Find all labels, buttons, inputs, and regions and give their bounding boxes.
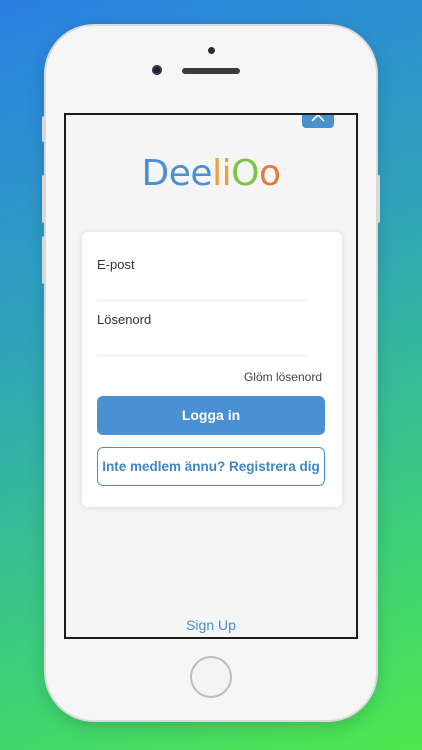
front-camera-icon xyxy=(152,65,162,75)
volume-down-button xyxy=(42,236,46,284)
close-button[interactable] xyxy=(302,115,334,128)
power-button xyxy=(376,175,380,223)
logo-letter: D xyxy=(141,153,170,194)
logo-letter: e xyxy=(190,153,213,194)
login-button[interactable]: Logga in xyxy=(97,396,325,435)
email-label: E-post xyxy=(97,257,135,272)
login-card: E-post Lösenord Glöm lösenord Logga in I… xyxy=(82,232,342,507)
app-screen: DeeliOo E-post Lösenord Glöm lösenord Lo… xyxy=(64,113,358,639)
email-field[interactable] xyxy=(97,277,309,299)
home-button[interactable] xyxy=(190,656,232,698)
proximity-sensor xyxy=(208,47,215,54)
mute-switch xyxy=(42,116,46,142)
logo-letter: e xyxy=(168,153,191,194)
earpiece-speaker xyxy=(182,68,240,74)
logo-letter: i xyxy=(221,153,232,194)
logo-letter: O xyxy=(231,153,259,194)
close-icon xyxy=(311,115,325,122)
volume-up-button xyxy=(42,175,46,223)
password-field[interactable] xyxy=(97,332,309,354)
logo-letter: l xyxy=(212,153,222,194)
email-underline xyxy=(97,300,309,301)
app-logo: DeeliOo xyxy=(66,153,356,194)
password-label: Lösenord xyxy=(97,312,152,327)
sign-up-link[interactable]: Sign Up xyxy=(66,617,356,633)
password-underline xyxy=(97,355,309,356)
forgot-password-link[interactable]: Glöm lösenord xyxy=(244,370,322,384)
register-button[interactable]: Inte medlem ännu? Registrera dig xyxy=(97,447,325,486)
logo-letter: o xyxy=(258,153,281,194)
